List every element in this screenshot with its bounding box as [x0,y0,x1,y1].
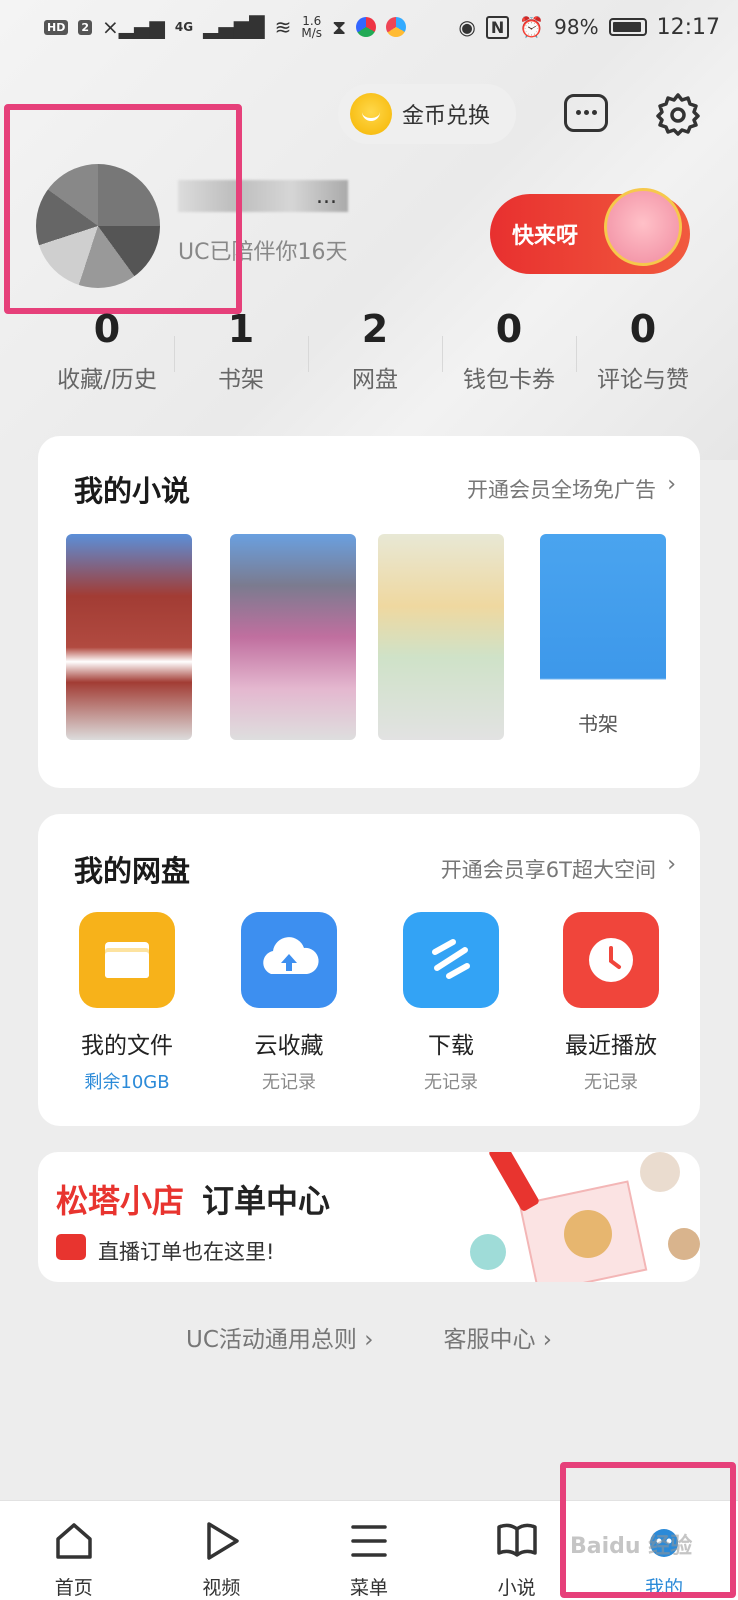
username-suffix: ... [316,184,337,209]
nfc-icon: N [485,15,510,39]
stats-row: 0 收藏/历史 1 书架 2 网盘 0 钱包卡券 0 评论与赞 [40,306,710,402]
novel-cover[interactable] [66,534,192,740]
chevron-right-icon: › [667,852,676,877]
stat-value: 1 [227,307,255,351]
stat-comments-likes[interactable]: 0 评论与赞 [576,306,710,402]
download-icon [403,912,499,1008]
shop-subtitle: 直播订单也在这里! [98,1240,275,1264]
drive-item-sub: 无记录 [424,1072,478,1093]
play-icon [148,1515,296,1567]
drive-item-sub: 剩余10GB [84,1072,170,1093]
chevron-right-icon: › [667,472,676,497]
coin-exchange-label: 金币兑换 [402,104,491,129]
folder-icon [79,912,175,1008]
stat-label: 评论与赞 [597,367,689,393]
bookshelf-tile[interactable]: 书架 [540,534,666,740]
app-icon [386,17,407,37]
stat-value: 0 [93,307,121,351]
net-speed: 1.6 M/s [301,14,323,40]
nav-label: 视频 [202,1577,241,1599]
nav-label: 菜单 [349,1577,388,1599]
stat-cloud-drive[interactable]: 2 网盘 [308,306,442,402]
message-icon[interactable] [564,94,608,132]
clock-icon [563,912,659,1008]
shop-order-banner[interactable]: 松塔小店 订单中心 直播订单也在这里! [38,1152,700,1282]
drive-item-name: 我的文件 [81,1033,173,1059]
coin-exchange-button[interactable]: 金币兑换 [338,84,516,144]
stat-bookshelf[interactable]: 1 书架 [174,306,308,402]
drive-item-sub: 无记录 [584,1072,638,1093]
shop-title-order-center: 订单中心 [202,1182,331,1220]
signal-icon: ▂▄▆█ [203,15,265,39]
signal-x-icon: ⨯▂▄▆ [102,15,165,39]
stat-label: 钱包卡券 [463,367,555,393]
home-icon [0,1515,148,1567]
drive-vip-link[interactable]: 开通会员享6T超大空间 [441,854,656,884]
activity-rules-link[interactable]: UC活动通用总则 › [186,1320,373,1354]
nav-menu[interactable]: 菜单 [295,1501,443,1600]
coin-icon [350,93,392,135]
stat-label: 网盘 [352,367,398,393]
drive-item-my-files[interactable]: 我的文件 剩余10GB [52,912,202,1094]
drive-item-recent-play[interactable]: 最近播放 无记录 [536,912,686,1094]
footer-links: UC活动通用总则 › 客服中心 › [0,1320,738,1354]
menu-icon [295,1515,443,1567]
clock-time: 12:17 [656,14,720,40]
status-bar: HD 2 ⨯▂▄▆ 4G ▂▄▆█ ≋ 1.6 M/s ⧗ ◉ N ⏰ 98% … [0,0,738,54]
gear-icon[interactable] [656,92,700,136]
drive-item-name: 云收藏 [254,1033,324,1059]
hd-badge: HD [44,19,69,35]
stat-label: 书架 [218,367,264,393]
customer-service-link[interactable]: 客服中心 › [443,1320,552,1354]
app-icon [356,17,377,37]
live-tv-icon [56,1234,86,1260]
promo-badge[interactable]: 快来呀 [490,188,690,274]
sim-badge: 2 [78,19,92,35]
wifi-icon: ≋ [274,15,292,39]
network-type: 4G [174,20,194,34]
my-novels-title: 我的小说 [74,474,191,508]
my-drive-title: 我的网盘 [74,854,191,888]
drive-item-name: 下载 [428,1033,474,1059]
food-illustration [470,1152,700,1282]
baidu-watermark: Baidu 经验 [570,1534,693,1559]
stat-value: 0 [495,307,523,351]
stat-label: 收藏/历史 [57,367,157,393]
bookshelf-label: 书架 [578,712,618,736]
eye-icon: ◉ [458,15,476,39]
nav-home[interactable]: 首页 [0,1501,148,1600]
cloud-upload-icon [241,912,337,1008]
novels-vip-link[interactable]: 开通会员全场免广告 [467,474,656,504]
stat-value: 0 [629,307,657,351]
nav-label: 首页 [54,1577,93,1599]
drive-item-download[interactable]: 下载 无记录 [376,912,526,1094]
novel-cover[interactable] [378,534,504,740]
hourglass-icon: ⧗ [332,15,347,39]
stat-wallet-coupons[interactable]: 0 钱包卡券 [442,306,576,402]
novel-cover[interactable] [230,534,356,740]
nav-video[interactable]: 视频 [148,1501,296,1600]
battery-percent: 98% [554,15,599,39]
promo-label: 快来呀 [512,224,579,249]
alarm-icon: ⏰ [519,15,545,39]
pig-icon [604,188,682,266]
drive-item-sub: 无记录 [262,1072,316,1093]
drive-item-cloud-favorites[interactable]: 云收藏 无记录 [214,912,364,1094]
shop-title-brand: 松塔小店 [56,1182,185,1220]
stat-favorites-history[interactable]: 0 收藏/历史 [40,306,174,402]
drive-item-name: 最近播放 [565,1033,657,1059]
profile-highlight-box [4,104,242,314]
battery-icon [608,18,647,36]
stat-value: 2 [361,307,389,351]
